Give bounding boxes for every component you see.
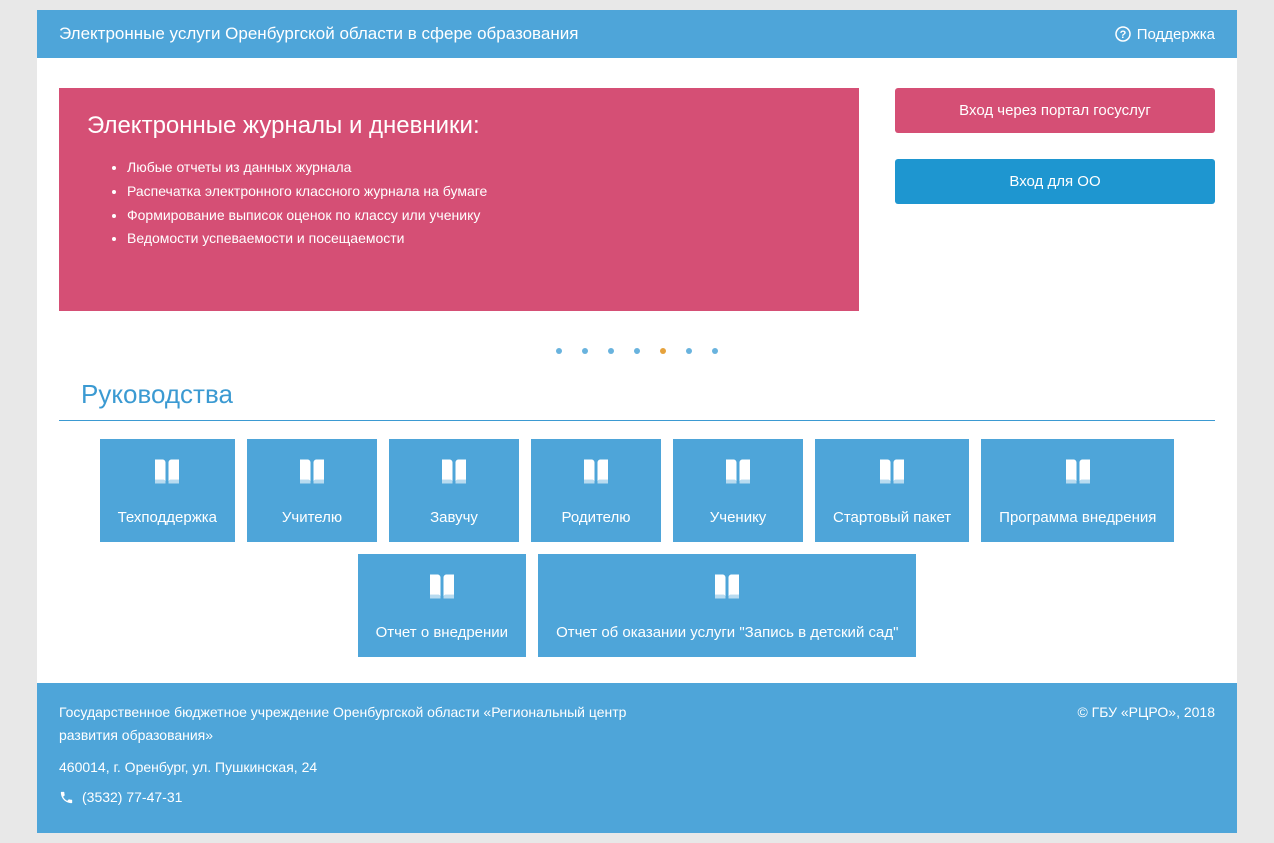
carousel-dot[interactable] <box>582 348 588 354</box>
login-oo-button[interactable]: Вход для ОО <box>895 159 1215 204</box>
login-buttons: Вход через портал госуслуг Вход для ОО <box>895 88 1215 311</box>
promo-title: Электронные журналы и дневники: <box>87 112 831 140</box>
promo-card: Электронные журналы и дневники: Любые от… <box>59 88 859 311</box>
footer-address: 460014, г. Оренбург, ул. Пушкинская, 24 <box>59 756 679 778</box>
tile-label: Ученику <box>710 509 767 526</box>
footer-phone-row: (3532) 77-47-31 <box>59 786 679 808</box>
login-gosuslugi-button[interactable]: Вход через портал госуслуг <box>895 88 1215 133</box>
book-icon <box>1060 455 1096 495</box>
book-icon <box>874 455 910 495</box>
svg-text:?: ? <box>1119 29 1126 41</box>
tile-6[interactable]: Программа внедрения <box>981 439 1174 542</box>
book-icon <box>436 455 472 495</box>
carousel-dot[interactable] <box>608 348 614 354</box>
carousel-dot[interactable] <box>712 348 718 354</box>
tile-label: Программа внедрения <box>999 509 1156 526</box>
tile-0[interactable]: Техподдержка <box>100 439 235 542</box>
carousel-dot[interactable] <box>660 348 666 354</box>
book-icon <box>709 570 745 610</box>
tile-label: Отчет о внедрении <box>376 624 509 641</box>
carousel-dot[interactable] <box>634 348 640 354</box>
phone-icon <box>59 790 74 805</box>
support-link[interactable]: ? Поддержка <box>1115 26 1215 43</box>
book-icon <box>294 455 330 495</box>
tile-label: Техподдержка <box>118 509 217 526</box>
footer-copyright: © ГБУ «РЦРО», 2018 <box>1077 701 1215 809</box>
footer-org: Государственное бюджетное учреждение Оре… <box>59 701 679 746</box>
tile-8[interactable]: Отчет об оказании услуги "Запись в детск… <box>538 554 916 657</box>
tile-label: Отчет об оказании услуги "Запись в детск… <box>556 624 898 641</box>
section-title: Руководства <box>59 379 1215 421</box>
promo-item: Любые отчеты из данных журнала <box>127 156 831 180</box>
footer-phone: (3532) 77-47-31 <box>82 786 182 808</box>
tile-label: Учителю <box>282 509 342 526</box>
tile-4[interactable]: Ученику <box>673 439 803 542</box>
header-title: Электронные услуги Оренбургской области … <box>59 24 578 44</box>
tiles-grid: Техподдержка Учителю Завучу Родителю Ученику… <box>37 439 1237 683</box>
book-icon <box>578 455 614 495</box>
footer: Государственное бюджетное учреждение Оре… <box>37 683 1237 833</box>
tile-3[interactable]: Родителю <box>531 439 661 542</box>
tile-5[interactable]: Стартовый пакет <box>815 439 969 542</box>
page-container: Электронные услуги Оренбургской области … <box>37 10 1237 833</box>
tile-label: Завучу <box>430 509 478 526</box>
book-icon <box>424 570 460 610</box>
hero-row: Электронные журналы и дневники: Любые от… <box>37 58 1237 311</box>
footer-left: Государственное бюджетное учреждение Оре… <box>59 701 679 809</box>
tile-7[interactable]: Отчет о внедрении <box>358 554 527 657</box>
promo-item: Распечатка электронного классного журнал… <box>127 180 831 204</box>
promo-item: Ведомости успеваемости и посещаемости <box>127 227 831 251</box>
tile-label: Стартовый пакет <box>833 509 951 526</box>
promo-item: Формирование выписок оценок по классу ил… <box>127 204 831 228</box>
tile-label: Родителю <box>561 509 630 526</box>
book-icon <box>149 455 185 495</box>
book-icon <box>720 455 756 495</box>
header-bar: Электронные услуги Оренбургской области … <box>37 10 1237 58</box>
carousel-dot[interactable] <box>556 348 562 354</box>
tile-2[interactable]: Завучу <box>389 439 519 542</box>
carousel-dot[interactable] <box>686 348 692 354</box>
question-icon: ? <box>1115 26 1131 42</box>
promo-list: Любые отчеты из данных журнала Распечатк… <box>87 156 831 251</box>
support-label: Поддержка <box>1137 26 1215 43</box>
tile-1[interactable]: Учителю <box>247 439 377 542</box>
carousel-dots <box>37 311 1237 379</box>
